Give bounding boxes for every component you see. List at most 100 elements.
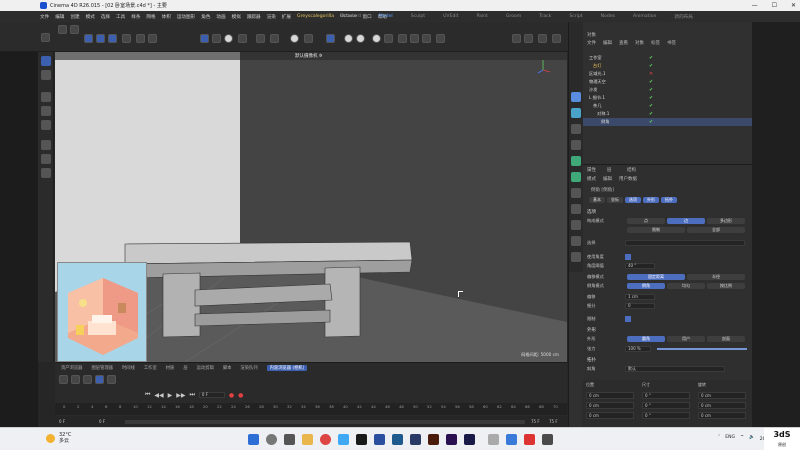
- viewport-settings-icon[interactable]: [552, 34, 561, 43]
- axis-z-icon[interactable]: [108, 34, 117, 43]
- menu-tracker[interactable]: 跟踪器: [247, 14, 261, 20]
- go-end-icon[interactable]: ⏭: [190, 391, 195, 399]
- object-row[interactable]: 对称.1 ✔: [583, 110, 753, 118]
- tab-layer-manager[interactable]: 图层管理器: [91, 365, 112, 371]
- bevel-mode-chamfer[interactable]: 倒角: [627, 283, 665, 289]
- layout-animation[interactable]: Animation: [633, 14, 656, 19]
- om-menu-edit[interactable]: 编辑: [603, 40, 612, 46]
- attr-tab-attributes[interactable]: 属性: [587, 167, 596, 173]
- tab-asset-browser[interactable]: 资产浏览器: [61, 365, 82, 371]
- menu-select[interactable]: 选择: [101, 14, 110, 20]
- play-icon[interactable]: ▶: [168, 392, 173, 399]
- illustrator-icon[interactable]: [428, 434, 439, 445]
- corner-dropdown[interactable]: 默认: [625, 366, 725, 372]
- subtab-coord[interactable]: 坐标: [607, 197, 623, 203]
- tray-chevron-icon[interactable]: ˄: [718, 435, 720, 440]
- bevel-mode-proportional[interactable]: 按比例: [707, 283, 745, 289]
- layout-paint[interactable]: Paint: [476, 14, 487, 19]
- limit-checkbox[interactable]: [625, 316, 631, 322]
- angle-threshold-field[interactable]: 40 °: [625, 263, 655, 269]
- use-angle-checkbox[interactable]: [625, 254, 631, 260]
- mograph-icon[interactable]: [571, 156, 581, 166]
- layout-nodes[interactable]: Nodes: [601, 14, 615, 19]
- visible-check-icon[interactable]: ✔: [649, 63, 653, 69]
- subtab-basic[interactable]: 基本: [589, 197, 605, 203]
- wifi-icon[interactable]: ⌔: [740, 434, 744, 440]
- tab-layer[interactable]: 层: [183, 365, 187, 371]
- layout-uvedit[interactable]: UVEdit: [443, 14, 458, 19]
- om-menu-bookmarks[interactable]: 书签: [667, 40, 676, 46]
- fcurve-icon[interactable]: [107, 375, 116, 384]
- subtab-options[interactable]: 选项: [625, 197, 641, 203]
- weather-widget[interactable]: 32°C 多云: [46, 432, 71, 444]
- menu-create[interactable]: 创建: [70, 14, 79, 20]
- axis-y-icon[interactable]: [96, 34, 105, 43]
- layout-new[interactable]: 新的布局: [674, 14, 692, 20]
- shape-round[interactable]: 圆角: [627, 336, 665, 342]
- premiere-icon[interactable]: [446, 434, 457, 445]
- shape-profile[interactable]: 剖面: [707, 336, 745, 342]
- camera-icon[interactable]: [571, 252, 581, 262]
- coordinate-system-icon[interactable]: [122, 34, 131, 43]
- tab-timeline[interactable]: 时间线: [122, 365, 135, 371]
- snap-icon[interactable]: [256, 34, 265, 43]
- layout-standard[interactable]: Standard: [340, 14, 361, 19]
- move-tool-icon[interactable]: [41, 92, 51, 102]
- subtab-shape[interactable]: 外形: [643, 197, 659, 203]
- rot-z-field[interactable]: 0 °: [642, 412, 690, 419]
- tab-script[interactable]: 脚本: [223, 365, 232, 371]
- pos-x-field[interactable]: 0 cm: [586, 392, 634, 399]
- menu-volume[interactable]: 体积: [162, 14, 171, 20]
- attr-menu-edit[interactable]: 编辑: [603, 176, 612, 182]
- visible-check-icon[interactable]: ✔: [649, 79, 653, 85]
- offset-mode-radius[interactable]: 半径: [687, 274, 745, 280]
- cinema4d-taskbar-icon[interactable]: [374, 434, 385, 445]
- go-start-icon[interactable]: ⏮: [145, 391, 150, 399]
- deformer-icon[interactable]: [384, 34, 393, 43]
- start-frame[interactable]: 0 F: [59, 419, 65, 424]
- extrude-tool-icon[interactable]: [41, 168, 51, 178]
- bevel-tool-icon[interactable]: [41, 154, 51, 164]
- menu-spline[interactable]: 样条: [131, 14, 140, 20]
- pen-icon[interactable]: [571, 108, 581, 118]
- tab-material[interactable]: 材质: [166, 365, 175, 371]
- om-menu-tags[interactable]: 标签: [651, 40, 660, 46]
- mode-polygons-button[interactable]: 多边形: [707, 218, 745, 224]
- attr-tab-structure[interactable]: 结构: [627, 167, 636, 173]
- layout-groom[interactable]: Groom: [506, 14, 521, 19]
- record-mode-icon[interactable]: [95, 375, 104, 384]
- search-icon[interactable]: [41, 33, 50, 42]
- visible-check-icon[interactable]: ✔: [649, 111, 653, 117]
- volume-icon[interactable]: 🔈: [749, 435, 755, 440]
- attr-menu-userdata[interactable]: 用户数据: [619, 176, 637, 182]
- offset-mode-fixed[interactable]: 固定距离: [627, 274, 685, 280]
- end-frame-2[interactable]: 75 F: [549, 419, 558, 424]
- size-x-field[interactable]: 0 cm: [698, 392, 746, 399]
- object-row[interactable]: 台灯 ✔: [583, 62, 753, 70]
- knife-tool-icon[interactable]: [41, 140, 51, 150]
- visible-check-icon[interactable]: ✔: [649, 95, 653, 101]
- size-y-field[interactable]: 0 cm: [698, 402, 746, 409]
- menu-greyscalegorilla[interactable]: Greyscalegorilla: [297, 14, 334, 19]
- bevel-mode-uniform[interactable]: 均匀: [667, 283, 705, 289]
- polygons-mode-icon[interactable]: [224, 34, 233, 43]
- pin-app-icon[interactable]: [542, 434, 553, 445]
- object-row[interactable]: 茶几 ✔: [583, 102, 753, 110]
- tab-studio[interactable]: 工作室: [144, 365, 157, 371]
- tab-content-browser[interactable]: 内容浏览器 (相机): [266, 364, 308, 371]
- terminal-icon[interactable]: [356, 434, 367, 445]
- text-icon[interactable]: [571, 140, 581, 150]
- field-icon[interactable]: [436, 34, 445, 43]
- menu-mesh[interactable]: 网格: [146, 14, 155, 20]
- subdivision-field[interactable]: 0: [625, 303, 655, 309]
- menu-animate[interactable]: 动画: [216, 14, 225, 20]
- tab-render-queue[interactable]: 渲染队列: [240, 365, 257, 371]
- video-app-icon[interactable]: [524, 434, 535, 445]
- tab-motion-clip[interactable]: 运动剪辑: [197, 365, 214, 371]
- layout-track[interactable]: Track: [539, 14, 551, 19]
- deformer-icon[interactable]: [571, 220, 581, 230]
- field-icon[interactable]: [571, 204, 581, 214]
- menu-edit[interactable]: 编辑: [55, 14, 64, 20]
- file-explorer-icon[interactable]: [302, 434, 313, 445]
- object-row[interactable]: L 细节.1 ✔: [583, 94, 753, 102]
